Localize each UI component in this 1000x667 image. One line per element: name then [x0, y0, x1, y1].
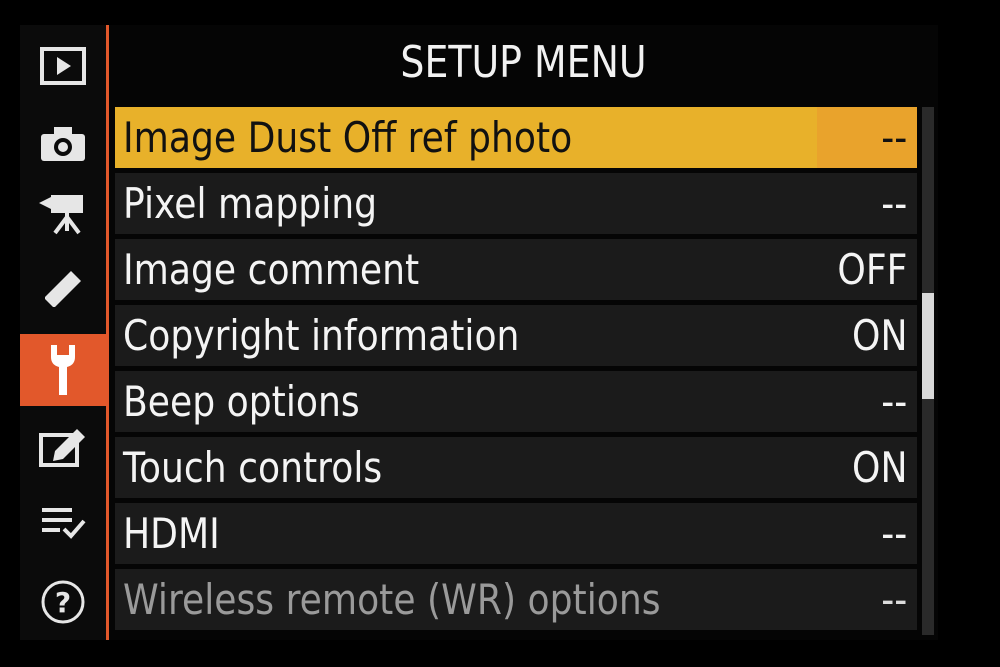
- menu-item-hdmi[interactable]: HDMI --: [115, 503, 917, 564]
- tab-movie-shooting[interactable]: [20, 177, 106, 249]
- menu-item-label: Beep options: [123, 377, 360, 426]
- menu-item-value: ON: [851, 311, 907, 360]
- my-menu-icon: [42, 508, 86, 539]
- menu-item-image-comment[interactable]: Image comment OFF: [115, 239, 917, 300]
- help-icon: ?: [41, 580, 85, 624]
- menu-item-value: --: [880, 377, 907, 426]
- menu-item-value: --: [880, 575, 907, 624]
- tab-retouch[interactable]: [20, 412, 106, 484]
- menu-item-copyright-information[interactable]: Copyright information ON: [115, 305, 917, 366]
- tab-setup[interactable]: [20, 334, 106, 406]
- page-title: SETUP MENU: [400, 37, 647, 88]
- menu-item-value: --: [880, 179, 907, 228]
- menu-item-wireless-remote-options[interactable]: Wireless remote (WR) options --: [115, 569, 917, 630]
- tab-photo-shooting[interactable]: [20, 108, 106, 180]
- menu-item-label: HDMI: [123, 509, 220, 558]
- menu-item-value: ON: [851, 443, 907, 492]
- menu-item-beep-options[interactable]: Beep options --: [115, 371, 917, 432]
- camera-screen: ? SETUP MENU Image Dust Off ref photo --…: [20, 25, 938, 640]
- menu-item-label: Touch controls: [123, 443, 383, 492]
- pencil-icon: [45, 271, 81, 307]
- tab-playback[interactable]: [20, 30, 106, 102]
- menu-item-pixel-mapping[interactable]: Pixel mapping --: [115, 173, 917, 234]
- menu-item-label: Image Dust Off ref photo: [123, 113, 573, 162]
- menu-item-value: OFF: [837, 245, 907, 294]
- retouch-icon: [39, 429, 85, 467]
- tab-my-menu[interactable]: [20, 486, 106, 558]
- menu-item-label: Wireless remote (WR) options: [123, 575, 661, 624]
- tab-help[interactable]: ?: [20, 566, 106, 638]
- menu-tab-sidebar: ?: [20, 25, 106, 640]
- tab-custom-settings[interactable]: [20, 253, 106, 325]
- menu-scrollbar[interactable]: [922, 107, 934, 635]
- menu-item-label: Copyright information: [123, 311, 520, 360]
- wrench-icon: [51, 345, 75, 395]
- menu-item-touch-controls[interactable]: Touch controls ON: [115, 437, 917, 498]
- menu-item-image-dust-off[interactable]: Image Dust Off ref photo --: [115, 107, 917, 168]
- svg-text:?: ?: [55, 586, 71, 619]
- menu-item-label: Image comment: [123, 245, 420, 294]
- camera-icon: [41, 127, 85, 161]
- scrollbar-thumb[interactable]: [922, 293, 934, 399]
- menu-item-value: --: [880, 113, 907, 162]
- sidebar-divider: [106, 25, 109, 640]
- movie-camera-icon: [39, 195, 83, 235]
- menu-item-label: Pixel mapping: [123, 179, 378, 228]
- menu-item-value: --: [880, 509, 907, 558]
- playback-icon: [40, 47, 86, 85]
